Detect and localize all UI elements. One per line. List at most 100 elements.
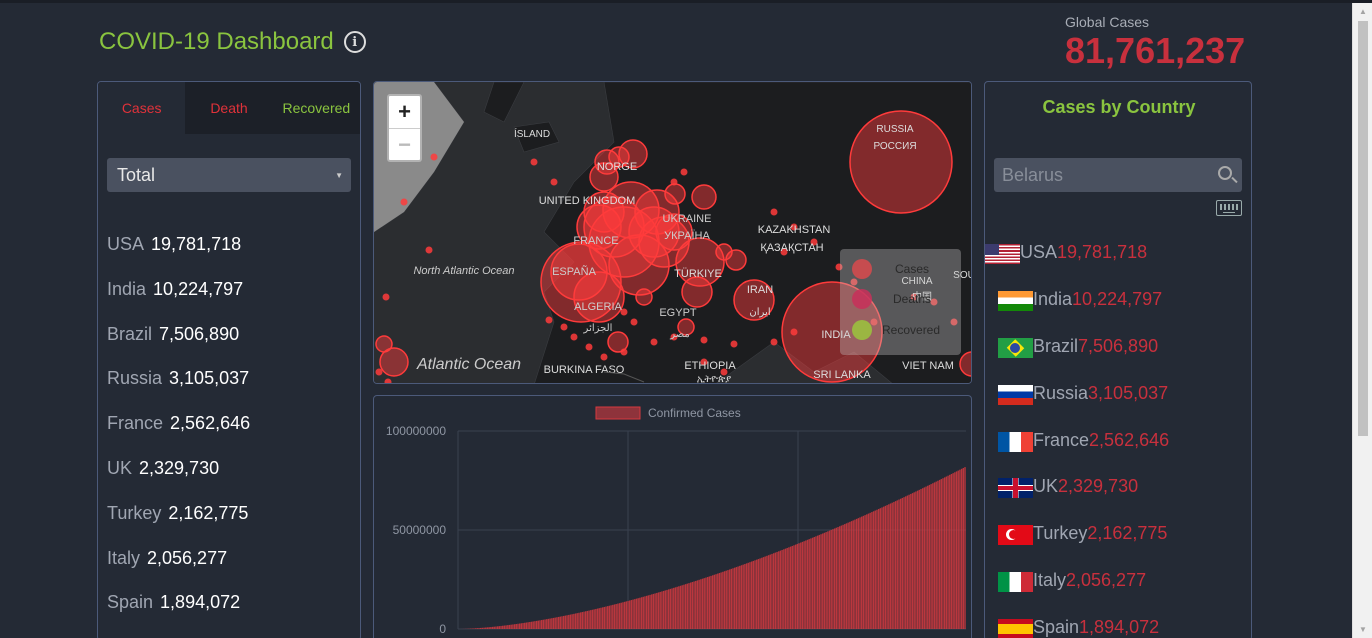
chart-bar: [642, 596, 644, 629]
list-item[interactable]: Turkey 2,162,775: [998, 523, 1169, 570]
zoom-in-button[interactable]: +: [389, 96, 420, 128]
chart-bar: [496, 626, 499, 629]
chart-bar: [515, 624, 517, 629]
case-dot[interactable]: [600, 353, 608, 361]
chart-bar: [583, 611, 585, 629]
case-dot[interactable]: [550, 178, 558, 186]
case-dot[interactable]: [670, 178, 678, 186]
chart-bar: [718, 573, 721, 629]
list-item[interactable]: Spain 1,894,072: [107, 592, 250, 637]
chart-bar: [964, 467, 966, 629]
case-bubble[interactable]: [375, 335, 393, 353]
country-value: 2,329,730: [1058, 476, 1139, 497]
tab-recovered[interactable]: Recovered: [272, 82, 360, 134]
chart-bar: [855, 518, 858, 629]
chart-bar: [486, 627, 489, 629]
period-select[interactable]: Total ▼: [107, 158, 351, 192]
chart-bar: [894, 501, 897, 629]
list-item[interactable]: Russia 3,105,037: [998, 383, 1169, 430]
info-icon[interactable]: i: [343, 31, 366, 53]
chart-bar: [784, 548, 787, 629]
list-item[interactable]: France 2,562,646: [998, 430, 1169, 477]
list-item[interactable]: India 10,224,797: [107, 279, 250, 324]
list-item[interactable]: India 10,224,797: [998, 289, 1169, 336]
world-map[interactable]: ÍSLAND NORGE UNITED KINGDOM FRANCE ESPAÑA UKR…: [373, 81, 972, 384]
zoom-out-button[interactable]: −: [389, 128, 420, 160]
list-item[interactable]: Spain 1,894,072: [998, 617, 1169, 638]
country-value: 1,894,072: [1079, 617, 1160, 638]
scroll-up-icon[interactable]: ▲: [1353, 3, 1372, 20]
chart-bar: [654, 593, 656, 629]
chart-bar: [923, 487, 926, 629]
case-bubble[interactable]: [664, 183, 686, 205]
case-dot[interactable]: [730, 340, 738, 348]
case-dot[interactable]: [630, 318, 638, 326]
chart-bar: [906, 495, 909, 629]
list-item[interactable]: UK 2,329,730: [107, 458, 250, 503]
country-value: 19,781,718: [151, 234, 242, 254]
search-input[interactable]: [994, 158, 1194, 192]
country-value: 10,224,797: [153, 278, 244, 299]
country-value: 2,329,730: [139, 457, 220, 478]
chart-bar: [737, 566, 739, 629]
list-item[interactable]: Italy 2,056,277: [107, 548, 250, 593]
chart-bar: [722, 571, 724, 629]
case-dot[interactable]: [770, 338, 778, 346]
case-bubble[interactable]: [715, 243, 733, 261]
case-dot[interactable]: [570, 333, 578, 341]
list-item[interactable]: Italy 2,056,277: [998, 570, 1169, 617]
chart-bar: [728, 569, 731, 629]
case-bubble[interactable]: [681, 276, 713, 308]
keyboard-icon[interactable]: [1216, 200, 1242, 216]
chart-bar: [669, 588, 672, 629]
chart-bar: [867, 513, 870, 629]
chart-bar: [825, 532, 827, 629]
search-icon[interactable]: [1218, 166, 1232, 180]
chart-bar: [712, 575, 714, 629]
chart-bar: [818, 534, 821, 629]
country-value: 3,105,037: [1088, 382, 1169, 403]
scrollbar-thumb[interactable]: [1358, 21, 1368, 436]
list-item[interactable]: Brazil 7,506,890: [998, 336, 1169, 383]
case-bubble[interactable]: [691, 184, 717, 210]
list-item[interactable]: UK 2,329,730: [998, 476, 1169, 523]
case-dot[interactable]: [790, 328, 798, 336]
list-item[interactable]: USA 19,781,718: [107, 234, 250, 279]
legend-swatch[interactable]: [595, 406, 641, 420]
page-scrollbar[interactable]: ▲ ▼: [1352, 3, 1372, 638]
case-dot[interactable]: [425, 246, 433, 254]
country-value: 7,506,890: [159, 323, 240, 344]
case-dot[interactable]: [375, 368, 383, 376]
case-dot[interactable]: [770, 208, 778, 216]
list-item[interactable]: Turkey 2,162,775: [107, 503, 250, 548]
case-dot[interactable]: [530, 158, 538, 166]
case-dot[interactable]: [680, 168, 688, 176]
tab-death[interactable]: Death: [185, 82, 273, 134]
list-item[interactable]: USA 19,781,718: [985, 242, 1169, 289]
list-item[interactable]: France 2,562,646: [107, 413, 250, 458]
scroll-down-icon[interactable]: ▼: [1353, 621, 1372, 638]
case-dot[interactable]: [585, 343, 593, 351]
tab-cases[interactable]: Cases: [98, 82, 186, 134]
chart-bar: [656, 592, 658, 629]
chart-bar: [742, 564, 744, 629]
case-dot[interactable]: [700, 336, 708, 344]
chart-bar: [771, 553, 773, 629]
chart-bar: [590, 610, 592, 629]
case-dot[interactable]: [650, 338, 658, 346]
list-item[interactable]: Brazil 7,506,890: [107, 324, 250, 369]
chart-bar: [789, 546, 792, 629]
list-item[interactable]: Russia 3,105,037: [107, 368, 250, 413]
chart-bar: [522, 623, 524, 629]
case-dot[interactable]: [560, 323, 568, 331]
case-bubble[interactable]: [635, 288, 653, 306]
case-dot[interactable]: [400, 198, 408, 206]
chevron-down-icon: ▼: [335, 171, 343, 180]
case-bubble[interactable]: [573, 271, 625, 323]
case-dot[interactable]: [382, 293, 390, 301]
chart-bar: [703, 578, 705, 629]
case-dot[interactable]: [430, 153, 438, 161]
map-legend: Cases Deaths Recovered: [840, 249, 961, 355]
case-dot[interactable]: [620, 348, 628, 356]
case-dot[interactable]: [545, 316, 553, 324]
